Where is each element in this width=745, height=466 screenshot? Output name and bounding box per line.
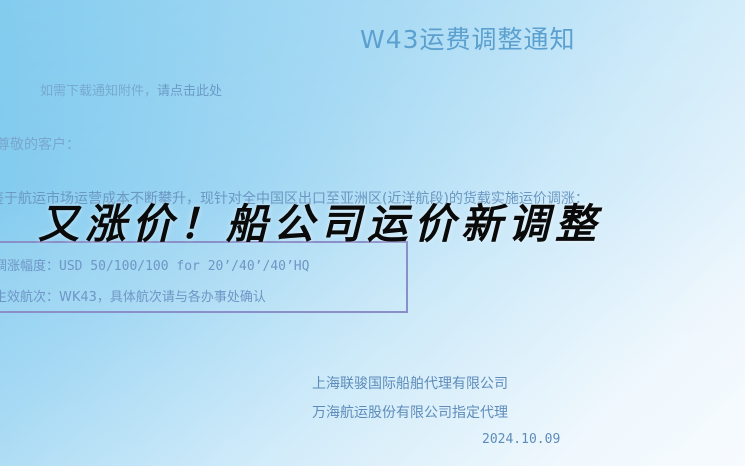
signature-agent: 上海联骏国际船舶代理有限公司 <box>312 376 508 392</box>
notice-date: 2024.10.09 <box>482 432 561 447</box>
salutation: 尊敬的客户： <box>0 137 80 153</box>
rate-adjustment: 调涨幅度：USD 50/100/100 for 20’/40’/40’HQ <box>0 259 310 274</box>
signature-principal: 万海航运股份有限公司指定代理 <box>312 405 508 421</box>
download-prefix: 如需下载通知附件， <box>40 84 158 99</box>
effective-voyage: 生效航次：WK43，具体航次请与各办事处确认 <box>0 290 266 305</box>
download-link[interactable]: 请点击此处 <box>157 84 222 99</box>
download-note: 如需下载通知附件，请点击此处 <box>40 80 222 99</box>
headline-overlay: 又涨价！船公司运价新调整 <box>38 200 602 248</box>
notice-title: W43运费调整通知 <box>360 25 576 54</box>
